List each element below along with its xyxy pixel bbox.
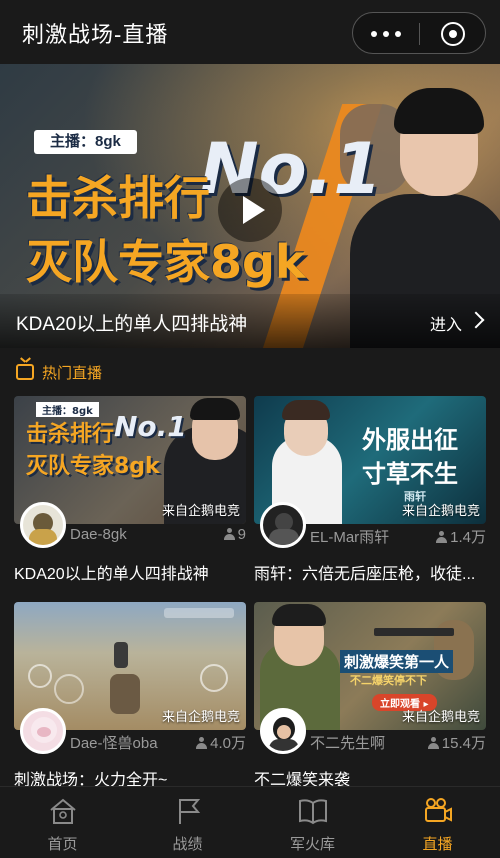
flag-icon [179, 799, 201, 824]
viewer-count: 9 [223, 526, 246, 543]
avatar [20, 502, 66, 548]
tab-label: 战绩 [172, 836, 203, 853]
more-button[interactable] [353, 13, 419, 55]
viewer-icon [427, 737, 439, 749]
stream-title: 雨轩：六倍无后座压枪，收徒... [254, 566, 476, 583]
close-button[interactable] [420, 13, 486, 55]
hero-caption-bar: KDA20以上的单人四排战神 进入 [0, 294, 500, 348]
viewer-icon [436, 531, 448, 543]
more-dots-icon [371, 31, 377, 37]
bottom-tab-bar: 首页 战绩 军火库 直播 [0, 786, 500, 858]
viewer-count: 4.0万 [196, 732, 246, 753]
anchor-name: Dae-怪兽oba [70, 735, 158, 752]
stream-source: 来自企鹅电竞 [161, 503, 240, 518]
anchor-name: EL-Mar雨轩 [310, 529, 390, 546]
stream-card[interactable]: 主播：8gk 击杀排行 No.1 灭队专家8gk 来自企鹅电竞 Dae-8gk … [14, 396, 246, 596]
video-camera-icon [425, 798, 452, 822]
section-title: 热门直播 [42, 365, 103, 382]
stream-title: KDA20以上的单人四排战神 [14, 566, 209, 583]
book-icon [299, 799, 327, 825]
more-dots-icon [395, 31, 401, 37]
mini-program-capsule [352, 12, 486, 54]
stream-source: 来自企鹅电竞 [161, 709, 240, 724]
banner-host-label: 主播：8gk [34, 130, 137, 154]
home-icon [50, 798, 76, 824]
tab-arsenal[interactable]: 军火库 [250, 787, 375, 858]
stream-source: 来自企鹅电竞 [401, 709, 480, 724]
hero-banner[interactable]: 主播：8gk No.1 击杀排行 灭队专家8gk KDA20以上的单人四排战神 … [0, 64, 500, 348]
viewer-icon [223, 528, 235, 540]
play-icon[interactable] [218, 178, 282, 242]
tab-home[interactable]: 首页 [0, 787, 125, 858]
avatar [260, 708, 306, 754]
viewer-count: 15.4万 [427, 732, 486, 753]
stream-card[interactable]: 外服出征 寸草不生 雨轩 来自企鹅电竞 EL-Mar雨轩 1.4万 雨轩：六倍无… [254, 396, 486, 596]
avatar [20, 708, 66, 754]
anchor-name: Dae-8gk [70, 526, 127, 543]
tab-stats[interactable]: 战绩 [125, 787, 250, 858]
viewer-count: 1.4万 [436, 526, 486, 547]
hero-caption: KDA20以上的单人四排战神 [16, 314, 248, 335]
tab-label: 首页 [47, 836, 78, 853]
viewer-icon [196, 737, 208, 749]
chevron-right-icon [467, 311, 485, 329]
tab-label: 直播 [422, 836, 453, 853]
target-close-icon-dot [449, 30, 457, 38]
tv-icon [16, 364, 34, 380]
banner-line1: 击杀排行 [26, 171, 210, 225]
section-header-hot-live: 热门直播 [0, 348, 500, 394]
enter-link[interactable]: 进入 [430, 311, 462, 335]
tab-live[interactable]: 直播 [375, 787, 500, 858]
top-bar: 刺激战场-直播 [0, 0, 500, 64]
avatar [260, 502, 306, 548]
more-dots-icon [383, 31, 389, 37]
stream-card[interactable]: 来自企鹅电竞 Dae-怪兽oba 4.0万 刺激战场：火力全开~ [14, 602, 246, 802]
stream-source: 来自企鹅电竞 [401, 503, 480, 518]
page-title: 刺激战场-直播 [22, 22, 169, 47]
anchor-name: 不二先生啊 [310, 735, 386, 752]
stream-card[interactable]: 刺激爆笑第一人 不二爆笑停不下 立即观看 ▸ 来自企鹅电竞 不二先生啊 15.4… [254, 602, 486, 802]
tab-label: 军火库 [289, 836, 335, 853]
